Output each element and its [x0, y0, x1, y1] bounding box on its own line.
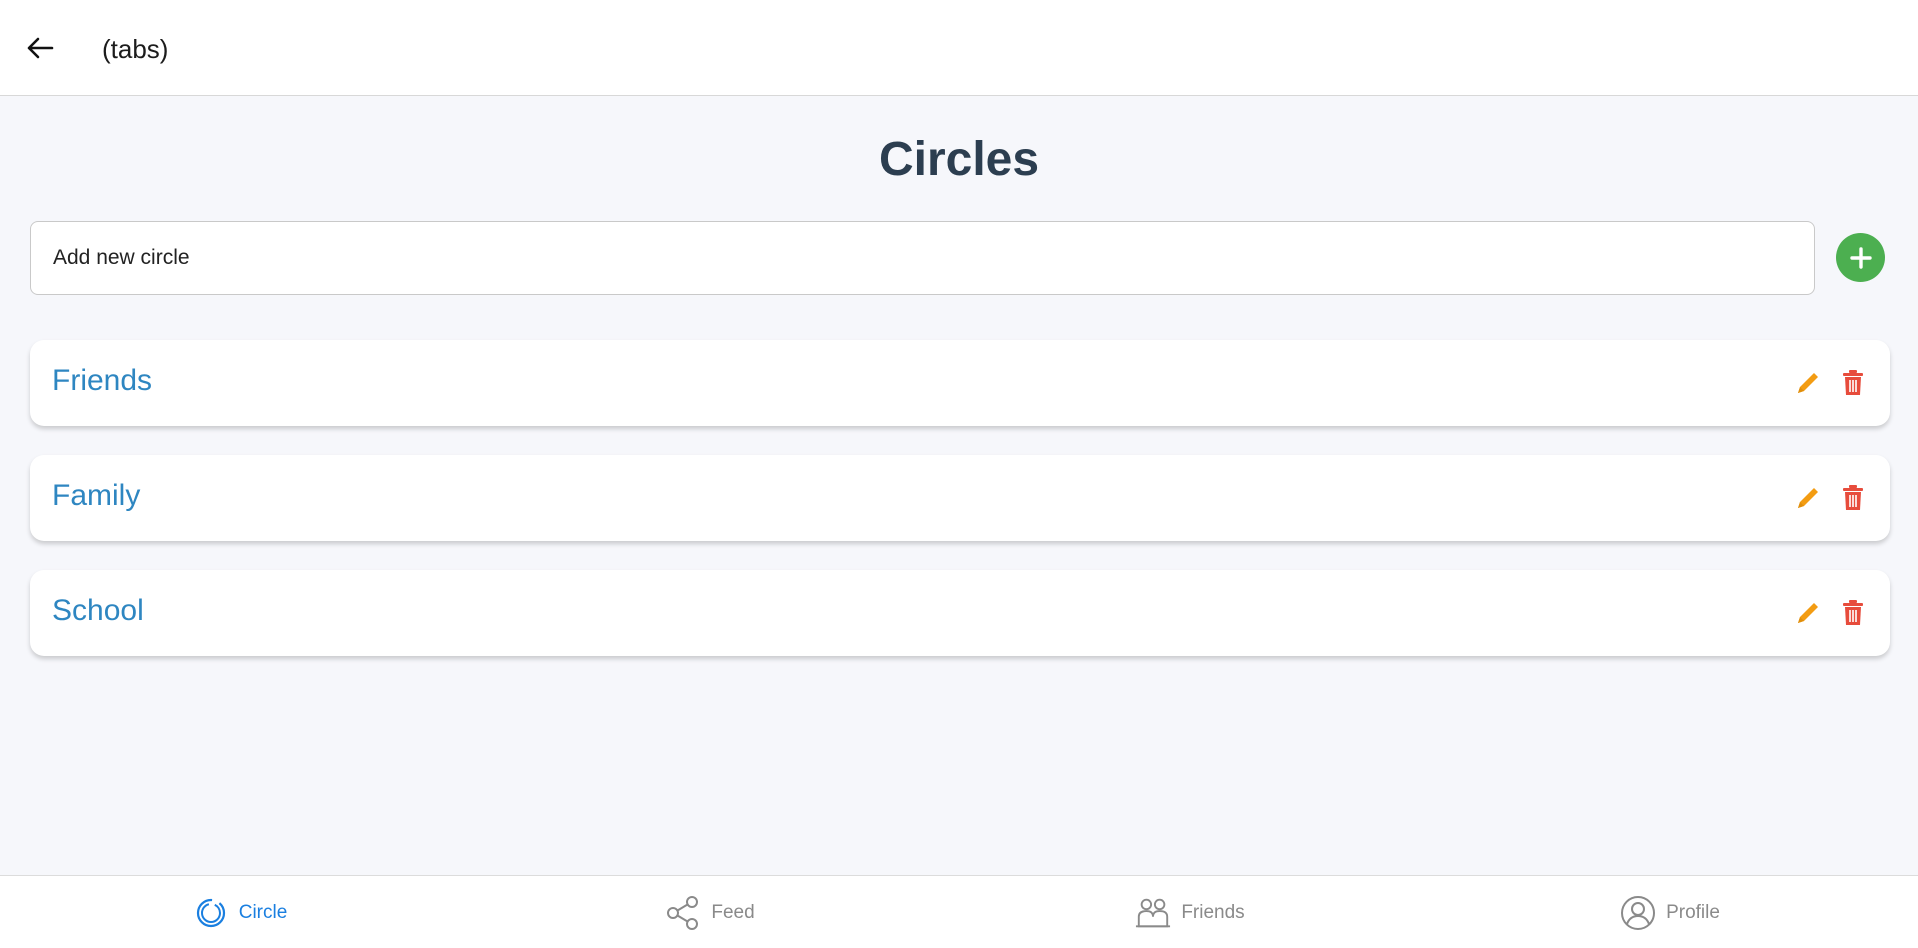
page-title: Circles — [878, 133, 1040, 186]
trash-icon — [1843, 600, 1863, 625]
circle-name[interactable]: Friends — [52, 364, 152, 398]
arrow-left-icon — [27, 37, 54, 59]
tab-feed[interactable]: Feed — [470, 876, 950, 948]
tab-profile[interactable]: Profile — [1430, 876, 1910, 948]
circle-card: Family — [30, 455, 1890, 541]
trash-icon — [1843, 485, 1863, 510]
trash-icon — [1843, 370, 1863, 395]
delete-button[interactable] — [1837, 366, 1869, 400]
people-icon — [1135, 895, 1171, 931]
app-header: (tabs) — [0, 0, 1918, 96]
circle-name[interactable]: School — [52, 594, 144, 628]
pencil-icon — [1798, 603, 1818, 623]
add-circle-button[interactable] — [1836, 233, 1885, 282]
circle-icon — [193, 895, 229, 931]
edit-button[interactable] — [1792, 481, 1824, 515]
edit-button[interactable] — [1792, 596, 1824, 630]
new-circle-input[interactable] — [30, 221, 1815, 295]
header-title: (tabs) — [102, 34, 169, 64]
delete-button[interactable] — [1837, 596, 1869, 630]
pencil-icon — [1798, 488, 1818, 508]
pencil-icon — [1798, 373, 1818, 393]
tab-label: Profile — [1666, 901, 1720, 923]
edit-button[interactable] — [1792, 366, 1824, 400]
circle-card: School — [30, 570, 1890, 656]
share-icon — [665, 895, 701, 931]
tab-circle[interactable]: Circle — [0, 876, 480, 948]
tab-friends[interactable]: Friends — [950, 876, 1430, 948]
tab-label: Friends — [1181, 901, 1245, 923]
tab-label: Circle — [238, 901, 288, 923]
tab-label: Feed — [711, 901, 755, 923]
circle-card: Friends — [30, 340, 1890, 426]
circle-name[interactable]: Family — [52, 479, 140, 513]
back-button[interactable] — [20, 28, 60, 68]
plus-icon — [1849, 246, 1872, 269]
person-icon — [1620, 895, 1656, 931]
delete-button[interactable] — [1837, 481, 1869, 515]
bottom-tab-bar: Circle Feed Friends Profile — [0, 875, 1918, 948]
main-content: Circles Friends Family — [0, 97, 1918, 875]
